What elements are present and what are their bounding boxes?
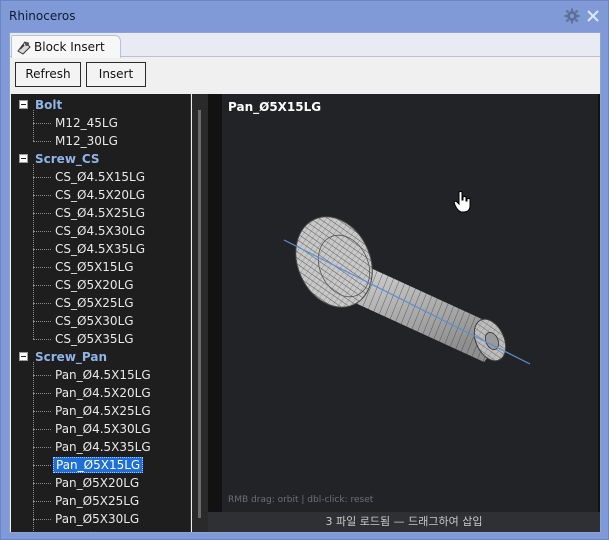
preview-viewport[interactable]: Pan_Ø5X15LG RMB drag: orbit | dbl-click:… <box>208 94 600 532</box>
tree-item[interactable]: M12_30LG <box>53 133 120 149</box>
tab-block-insert[interactable]: Block Insert <box>11 35 121 58</box>
hand-pointer-icon <box>453 191 471 213</box>
tree-connector <box>33 267 51 268</box>
tree-connector <box>33 213 51 214</box>
tree-item[interactable]: Pan_Ø5X20LG <box>53 475 141 491</box>
block-insert-icon <box>17 41 31 55</box>
tree-item[interactable]: Pan_Ø4.5X35LG <box>53 439 153 455</box>
window-title: Rhinoceros <box>9 9 76 23</box>
tree-connector <box>33 465 51 466</box>
viewport-hint: RMB drag: orbit | dbl-click: reset <box>228 495 374 505</box>
tree-item[interactable]: CS_Ø5X25LG <box>53 295 136 311</box>
tree-item[interactable]: Pan_Ø4.5X20LG <box>53 385 153 401</box>
tree-connector <box>33 375 51 376</box>
tree-group[interactable]: Screw_Pan <box>11 348 190 366</box>
tree-item[interactable]: Pan_Ø4.5X25LG <box>53 403 153 419</box>
collapse-toggle-icon[interactable] <box>19 154 28 163</box>
block-tree[interactable]: Bolt M12_45LG M12_30LG Screw_CS CS_Ø4.5X15LG… <box>11 94 191 532</box>
tree-connector <box>33 303 51 304</box>
tree-scrollbar[interactable] <box>192 94 208 532</box>
tree-item[interactable]: CS_Ø5X35LG <box>53 331 136 347</box>
tree-connector <box>33 447 51 448</box>
tree-connector <box>33 249 51 250</box>
tree-connector <box>33 164 34 339</box>
refresh-button[interactable]: Refresh <box>15 62 81 87</box>
tree-item[interactable]: CS_Ø5X15LG <box>53 259 136 275</box>
block-insert-panel: Block Insert Refresh Insert Bolt M12_45LG… <box>9 32 601 533</box>
tree-connector <box>33 321 51 322</box>
status-text: 3 파일 로드됨 — 드래그하여 삽입 <box>325 515 483 528</box>
tree-group-label: Screw_CS <box>35 152 100 166</box>
tree-item[interactable]: CS_Ø4.5X20LG <box>53 187 147 203</box>
tree-group-label: Screw_Pan <box>35 350 108 364</box>
tree-item[interactable]: CS_Ø5X20LG <box>53 277 136 293</box>
tab-strip: Block Insert <box>10 33 600 58</box>
tree-connector <box>33 110 34 141</box>
gear-icon[interactable] <box>564 8 580 24</box>
tree-group-label: Bolt <box>35 98 63 112</box>
tree-connector <box>33 519 51 520</box>
tree-connector <box>33 393 51 394</box>
tree-connector <box>33 362 34 532</box>
preview-canvas[interactable]: Pan_Ø5X15LG RMB drag: orbit | dbl-click:… <box>222 94 598 512</box>
tree-connector <box>33 483 51 484</box>
tree-item[interactable]: CS_Ø4.5X25LG <box>53 205 147 221</box>
tree-connector <box>33 123 51 124</box>
tree-group[interactable]: Screw_CS <box>11 150 190 168</box>
tree-connector <box>33 429 51 430</box>
tree-item[interactable]: CS_Ø5X30LG <box>53 313 136 329</box>
screw-model <box>283 216 531 365</box>
tree-connector <box>33 339 51 340</box>
tree-item[interactable]: CS_Ø4.5X35LG <box>53 241 147 257</box>
collapse-toggle-icon[interactable] <box>19 352 28 361</box>
collapse-toggle-icon[interactable] <box>19 100 28 109</box>
tree-connector <box>33 195 51 196</box>
close-icon[interactable] <box>585 8 601 24</box>
tree-item[interactable]: Pan_Ø5X35LG <box>53 529 141 532</box>
scrollbar-thumb[interactable] <box>198 110 201 518</box>
tree-item[interactable]: CS_Ø4.5X30LG <box>53 223 147 239</box>
tree-item-selected[interactable]: Pan_Ø5X15LG <box>53 457 144 473</box>
title-bar: Rhinoceros <box>1 1 608 31</box>
tree-connector <box>33 177 51 178</box>
tree-connector <box>33 501 51 502</box>
tree-connector <box>33 141 51 142</box>
tree-item[interactable]: CS_Ø4.5X15LG <box>53 169 147 185</box>
status-bar: 3 파일 로드됨 — 드래그하여 삽입 <box>208 512 600 532</box>
tree-item[interactable]: Pan_Ø5X30LG <box>53 511 141 527</box>
tree-group[interactable]: Bolt <box>11 96 190 114</box>
insert-button[interactable]: Insert <box>86 62 146 87</box>
tree-connector <box>33 231 51 232</box>
tree-item[interactable]: Pan_Ø4.5X15LG <box>53 367 153 383</box>
tree-connector <box>33 285 51 286</box>
tree-connector <box>33 411 51 412</box>
rhino-window: Rhinoceros Block Insert Refresh Insert B… <box>0 0 609 540</box>
tree-item[interactable]: Pan_Ø4.5X30LG <box>53 421 153 437</box>
tree-item[interactable]: Pan_Ø5X25LG <box>53 493 141 509</box>
tree-item[interactable]: M12_45LG <box>53 115 120 131</box>
tab-label: Block Insert <box>34 40 105 54</box>
